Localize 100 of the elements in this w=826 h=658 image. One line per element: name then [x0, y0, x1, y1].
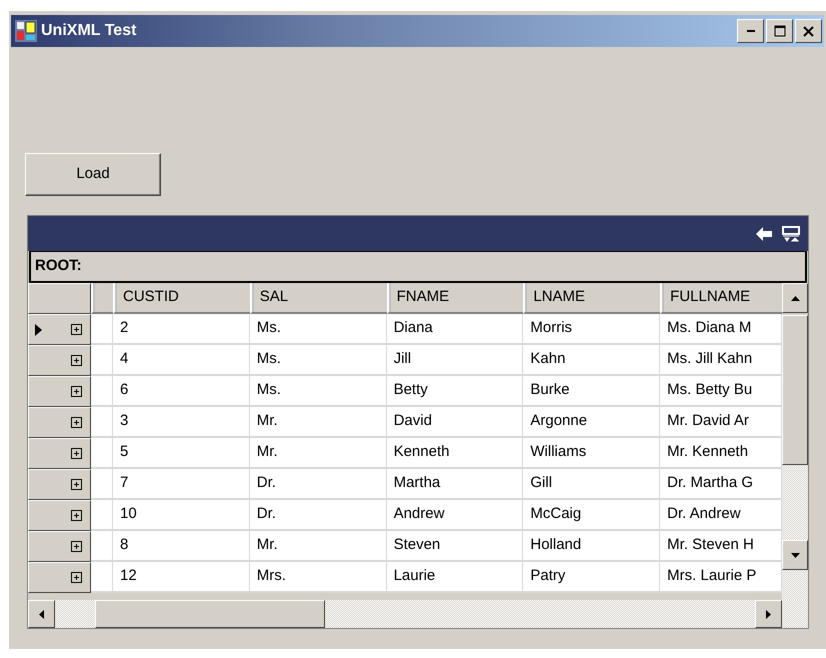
- table-cell: Patry: [523, 562, 660, 593]
- table-cell: David: [386, 407, 524, 438]
- app-icon: [15, 20, 37, 42]
- row-header[interactable]: [28, 500, 91, 531]
- load-button[interactable]: Load: [25, 153, 161, 196]
- column-header[interactable]: LNAME: [523, 283, 660, 314]
- table-cell: Mrs. Laurie P: [660, 562, 782, 593]
- left-arrow-icon: [39, 610, 44, 618]
- table-cell: 12: [112, 562, 250, 593]
- table-cell: [91, 500, 113, 531]
- details-toggle-icon[interactable]: [782, 226, 800, 242]
- table-cell: Dr. Andrew: [660, 500, 782, 531]
- expand-icon[interactable]: [71, 448, 82, 459]
- table-cell: [91, 469, 113, 500]
- table-cell: Ms. Diana M: [660, 314, 782, 345]
- table-cell: Mr. David Ar: [660, 407, 782, 438]
- table-cell: Dr. Martha G: [660, 469, 782, 500]
- table-cell: 8: [112, 531, 250, 562]
- table-cell: [91, 376, 113, 407]
- minimize-icon: [746, 30, 754, 32]
- expand-icon[interactable]: [71, 479, 82, 490]
- scroll-up-button[interactable]: [782, 283, 808, 313]
- expand-icon[interactable]: [71, 572, 82, 583]
- table-cell: Mr.: [250, 438, 387, 469]
- table-cell: Dr.: [250, 500, 387, 531]
- table-cell: Ms. Jill Kahn: [660, 345, 782, 376]
- table-cell: 3: [112, 407, 250, 438]
- row-header[interactable]: [28, 376, 91, 407]
- table-cell: [91, 407, 113, 438]
- maximize-button[interactable]: [766, 19, 793, 43]
- row-header[interactable]: [28, 407, 91, 438]
- column-header: [91, 283, 113, 314]
- table-cell: Kahn: [523, 345, 660, 376]
- table-cell: Jill: [386, 345, 524, 376]
- table-cell: Mr. Kenneth: [660, 438, 782, 469]
- down-arrow-icon: [790, 552, 800, 558]
- row-header[interactable]: [28, 469, 91, 500]
- table-cell: [91, 531, 113, 562]
- expand-icon[interactable]: [71, 510, 82, 521]
- column-header[interactable]: CUSTID: [112, 283, 250, 314]
- column-header[interactable]: FNAME: [386, 283, 524, 314]
- expand-icon[interactable]: [71, 355, 82, 366]
- column-header[interactable]: SAL: [250, 283, 387, 314]
- table-cell: Ms.: [250, 376, 387, 407]
- row-header[interactable]: [28, 562, 91, 593]
- table-cell: 10: [112, 500, 250, 531]
- table-cell: Dr.: [250, 469, 387, 500]
- expand-icon[interactable]: [71, 541, 82, 552]
- table-cell: 4: [112, 345, 250, 376]
- table-cell: Mr.: [250, 531, 387, 562]
- up-arrow-icon: [790, 296, 800, 300]
- table-cell: Burke: [523, 376, 660, 407]
- table-cell: Williams: [523, 438, 660, 469]
- table-cell: Andrew: [386, 500, 524, 531]
- table-cell: Diana: [386, 314, 524, 345]
- table-cell: Mrs.: [250, 562, 387, 593]
- minimize-button[interactable]: [737, 19, 764, 43]
- expand-icon[interactable]: [71, 417, 82, 428]
- table-cell: Martha: [386, 469, 524, 500]
- table-cell: Mr.: [250, 407, 387, 438]
- table-cell: Ms.: [250, 314, 387, 345]
- scroll-left-button[interactable]: [28, 600, 55, 628]
- scroll-thumb[interactable]: [95, 600, 325, 628]
- table-cell: Mr. Steven H: [660, 531, 782, 562]
- close-button[interactable]: [795, 19, 822, 43]
- table-cell: 5: [112, 438, 250, 469]
- table-cell: Ms. Betty Bu: [660, 376, 782, 407]
- table-cell: Steven: [386, 531, 524, 562]
- close-icon: [803, 26, 814, 36]
- row-header[interactable]: [28, 345, 91, 376]
- expand-icon[interactable]: [71, 386, 82, 397]
- table-cell: 7: [112, 469, 250, 500]
- back-arrow-icon[interactable]: [756, 226, 772, 240]
- row-header[interactable]: [28, 314, 91, 345]
- row-header[interactable]: [28, 438, 91, 469]
- parent-rows-label: ROOT:: [35, 256, 82, 276]
- maximize-icon: [774, 25, 786, 37]
- vertical-scrollbar[interactable]: [782, 283, 808, 600]
- table-cell: 6: [112, 376, 250, 407]
- table-cell: Argonne: [523, 407, 660, 438]
- horizontal-scrollbar[interactable]: [28, 600, 808, 628]
- window-title: UniXML Test: [41, 21, 138, 41]
- column-header[interactable]: FULLNAME: [660, 283, 782, 314]
- table-cell: [91, 562, 113, 593]
- table-cell: [91, 314, 113, 345]
- table-cell: Betty: [386, 376, 524, 407]
- table-cell: [91, 438, 113, 469]
- table-cell: Holland: [523, 531, 660, 562]
- row-header[interactable]: [28, 531, 91, 562]
- scroll-right-button[interactable]: [755, 600, 782, 628]
- scroll-down-button[interactable]: [782, 540, 808, 570]
- scroll-thumb[interactable]: [782, 315, 808, 465]
- table-cell: Kenneth: [386, 438, 524, 469]
- table-cell: [91, 345, 113, 376]
- table-cell: McCaig: [523, 500, 660, 531]
- expand-icon[interactable]: [71, 324, 82, 335]
- table-cell: Morris: [523, 314, 660, 345]
- table-cell: Ms.: [250, 345, 387, 376]
- right-arrow-icon: [766, 610, 771, 618]
- table-cell: 2: [112, 314, 250, 345]
